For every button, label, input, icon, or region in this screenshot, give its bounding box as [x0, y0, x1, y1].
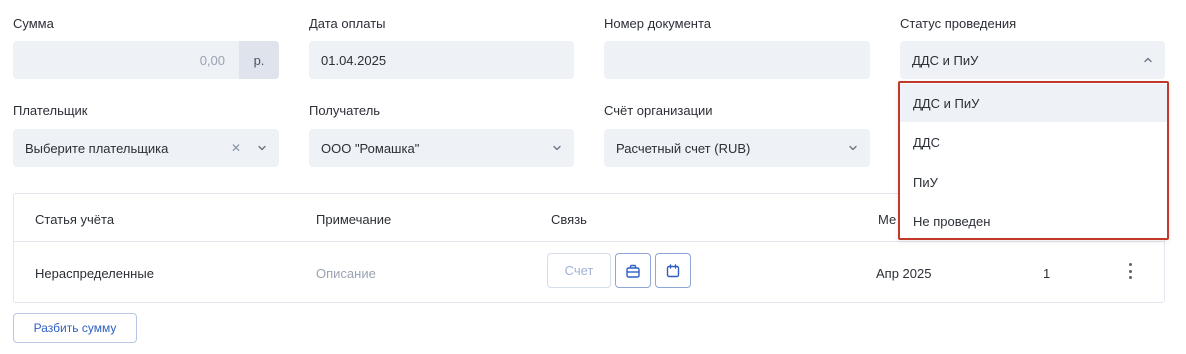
row-count: 1 — [1043, 266, 1051, 281]
briefcase-button[interactable] — [615, 253, 651, 288]
status-option-dds[interactable]: ДДС — [900, 123, 1167, 161]
chevron-down-icon — [846, 141, 860, 155]
status-option-dds-piu[interactable]: ДДС и ПиУ — [900, 84, 1167, 122]
split-amount-button[interactable]: Разбить сумму — [13, 313, 137, 343]
amount-value: 0,00 — [199, 52, 225, 68]
status-select[interactable]: ДДС и ПиУ — [900, 41, 1165, 79]
row-article[interactable]: Нераспределенные — [35, 266, 154, 281]
doc-number-input[interactable] — [604, 41, 870, 79]
org-account-value: Расчетный счет (RUB) — [616, 140, 751, 156]
chevron-down-icon — [255, 141, 269, 155]
org-account-select[interactable]: Расчетный счет (RUB) — [604, 129, 870, 167]
currency-suffix: р. — [239, 41, 279, 79]
row-menu-icon[interactable] — [1127, 263, 1133, 279]
invoice-link-button[interactable]: Счет — [547, 253, 611, 288]
row-note[interactable]: Описание — [316, 266, 376, 281]
row-month[interactable]: Апр 2025 — [876, 266, 931, 281]
payer-placeholder: Выберите плательщика — [25, 140, 169, 156]
pay-date-value: 01.04.2025 — [321, 52, 387, 68]
status-dropdown: ДДС и ПиУ ДДС ПиУ Не проведен — [898, 81, 1169, 240]
header-month: Ме — [878, 212, 897, 227]
recipient-value: ООО "Ромашка" — [321, 140, 420, 156]
briefcase-icon — [626, 264, 640, 278]
doc-number-label: Номер документа — [604, 16, 712, 31]
amount-field[interactable]: 0,00 р. — [13, 41, 279, 79]
status-option-not-posted[interactable]: Не проведен — [900, 202, 1167, 240]
header-article: Статья учёта — [35, 212, 115, 227]
status-value: ДДС и ПиУ — [912, 52, 979, 68]
status-label: Статус проведения — [900, 16, 1017, 31]
recipient-label: Получатель — [309, 103, 381, 118]
pay-date-label: Дата оплаты — [309, 16, 386, 31]
chevron-up-icon — [1141, 53, 1155, 67]
header-note: Примечание — [316, 212, 392, 227]
recipient-select[interactable]: ООО "Ромашка" — [309, 129, 574, 167]
org-account-label: Счёт организации — [604, 103, 713, 118]
amount-label: Сумма — [13, 16, 54, 31]
status-option-piu[interactable]: ПиУ — [900, 163, 1167, 201]
payer-select[interactable]: Выберите плательщика ✕ — [13, 129, 279, 167]
calendar-button[interactable] — [655, 253, 691, 288]
header-link: Связь — [551, 212, 587, 227]
payer-label: Плательщик — [13, 103, 88, 118]
calendar-icon — [666, 263, 680, 277]
clear-icon[interactable]: ✕ — [229, 141, 243, 155]
pay-date-field[interactable]: 01.04.2025 — [309, 41, 574, 79]
chevron-down-icon — [550, 141, 564, 155]
